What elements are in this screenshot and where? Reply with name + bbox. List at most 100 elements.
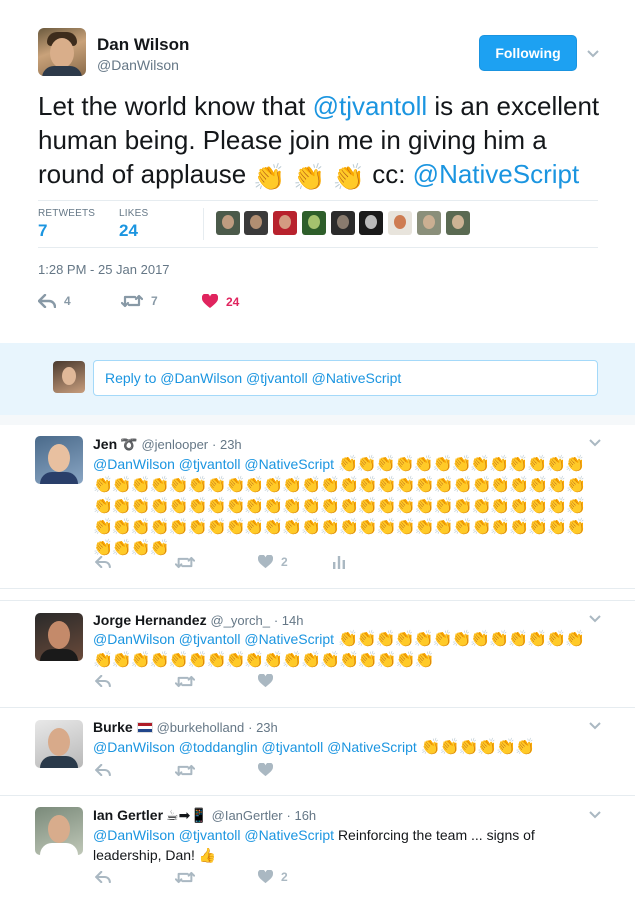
retweet-action[interactable] [175, 675, 195, 688]
liker-avatar[interactable] [359, 211, 383, 235]
author-handle[interactable]: @DanWilson [97, 57, 179, 73]
liker-avatar[interactable] [388, 211, 412, 235]
retweet-action[interactable] [175, 871, 195, 884]
retweet-icon [175, 675, 195, 687]
reply-author-avatar[interactable] [35, 613, 83, 661]
reply-header: Burke @burkeholland · 23h [93, 719, 278, 735]
reply-author-name[interactable]: Ian Gertler [93, 807, 163, 823]
reply-tweet[interactable]: Jorge Hernandez @_yorch_ · 14h @DanWilso… [0, 600, 635, 708]
like-action[interactable]: 2 [258, 555, 288, 569]
chevron-down-icon[interactable] [587, 434, 603, 450]
reply-icon [38, 294, 56, 308]
netherlands-flag-icon [136, 722, 153, 733]
heart-icon [258, 763, 273, 777]
chevron-down-icon[interactable] [587, 610, 603, 626]
likes-stat[interactable]: LIKES 24 [119, 208, 148, 241]
reply-time[interactable]: · 23h [212, 437, 242, 452]
retweet-icon [121, 294, 143, 308]
tweet-text: Let the world know that @tjvantoll is an… [38, 89, 603, 191]
chevron-down-icon[interactable] [585, 45, 601, 61]
tweet-timestamp[interactable]: 1:28 PM - 25 Jan 2017 [38, 262, 170, 277]
reply-author-name[interactable]: Jen [93, 436, 117, 452]
liker-avatar[interactable] [331, 211, 355, 235]
heart-icon [258, 674, 273, 688]
reply-mentions[interactable]: @DanWilson @tjvantoll @NativeScript [93, 456, 338, 472]
reply-icon [95, 556, 111, 568]
mention-link[interactable]: @tjvantoll [313, 91, 428, 121]
retweet-icon [175, 764, 195, 776]
divider [203, 208, 204, 240]
reply-text: @DanWilson @tjvantoll @NativeScript Rein… [93, 825, 543, 865]
reply-tweet[interactable]: Ian Gertler ☕➡📱 @IanGertler · 16h @DanWil… [0, 797, 635, 898]
tweet-text-part: cc: [372, 159, 413, 189]
like-action[interactable]: 24 [202, 294, 239, 309]
retweets-value: 7 [38, 221, 48, 240]
analytics-action[interactable] [333, 555, 345, 569]
reply-author-name[interactable]: Burke [93, 719, 133, 735]
reply-author-handle[interactable]: @jenlooper [141, 437, 208, 452]
reply-tweet[interactable]: Jen ➰ @jenlooper · 23h @DanWilson @tjvant… [0, 425, 635, 589]
heart-icon [258, 555, 273, 569]
like-action[interactable] [258, 763, 273, 777]
reply-author-name[interactable]: Jorge Hernandez [93, 612, 207, 628]
main-tweet: Dan Wilson @DanWilson Following Let the … [0, 0, 635, 343]
reply-input[interactable]: Reply to @DanWilson @tjvantoll @NativeSc… [93, 360, 598, 396]
liker-avatar[interactable] [244, 211, 268, 235]
author-avatar[interactable] [38, 28, 86, 76]
retweet-action[interactable] [175, 764, 195, 777]
like-action[interactable] [258, 674, 273, 688]
tweet-text-part: Let the world know that [38, 91, 313, 121]
reply-icon [95, 871, 111, 883]
clap-emoji: 👏 [253, 162, 286, 192]
liker-avatar[interactable] [273, 211, 297, 235]
reply-mentions[interactable]: @DanWilson @toddanglin @tjvantoll @Nativ… [93, 739, 421, 755]
mention-link[interactable]: @NativeScript [413, 159, 580, 189]
liker-avatar[interactable] [302, 211, 326, 235]
current-user-avatar [53, 361, 85, 393]
like-action[interactable]: 2 [258, 870, 288, 884]
like-count: 2 [281, 870, 288, 884]
retweets-label: RETWEETS [38, 208, 96, 219]
chevron-down-icon[interactable] [587, 806, 603, 822]
reply-text: @DanWilson @tjvantoll @NativeScript 👏👏👏👏… [93, 629, 593, 671]
chevron-down-icon[interactable] [587, 717, 603, 733]
reply-time[interactable]: · 14h [274, 613, 304, 628]
reply-author-avatar[interactable] [35, 807, 83, 855]
reply-time[interactable]: · 23h [248, 720, 278, 735]
liker-avatar[interactable] [446, 211, 470, 235]
reply-author-handle[interactable]: @burkeholland [157, 720, 245, 735]
reply-action[interactable] [95, 675, 111, 687]
likes-value: 24 [119, 221, 138, 240]
reply-header: Jorge Hernandez @_yorch_ · 14h [93, 612, 303, 628]
analytics-icon [333, 555, 345, 569]
reply-author-handle[interactable]: @_yorch_ [210, 613, 269, 628]
retweets-stat[interactable]: RETWEETS 7 [38, 208, 95, 241]
following-button[interactable]: Following [479, 35, 577, 71]
reply-action[interactable] [95, 556, 111, 568]
reply-action[interactable]: 4 [38, 294, 71, 308]
reply-tweet[interactable]: Burke @burkeholland · 23h @DanWilson @to… [0, 708, 635, 796]
likes-label: LIKES [119, 208, 149, 219]
liker-avatar[interactable] [417, 211, 441, 235]
reply-author-avatar[interactable] [35, 720, 83, 768]
like-count: 2 [281, 555, 288, 569]
reply-count: 4 [64, 294, 71, 308]
reply-author-handle[interactable]: @IanGertler [212, 808, 283, 823]
reply-text: @DanWilson @tjvantoll @NativeScript 👏👏👏👏… [93, 454, 593, 559]
divider [0, 415, 635, 425]
reply-author-avatar[interactable] [35, 436, 83, 484]
reply-action[interactable] [95, 764, 111, 776]
author-name[interactable]: Dan Wilson [97, 35, 189, 55]
heart-icon [258, 870, 273, 884]
reply-mentions[interactable]: @DanWilson @tjvantoll @NativeScript [93, 827, 338, 843]
reply-mentions[interactable]: @DanWilson @tjvantoll @NativeScript [93, 631, 338, 647]
clap-emojis: 👏👏👏👏👏👏 [420, 739, 536, 756]
reply-time[interactable]: · 16h [287, 808, 317, 823]
reply-action[interactable] [95, 871, 111, 883]
liker-avatar[interactable] [216, 211, 240, 235]
retweet-icon [175, 871, 195, 883]
reply-header: Jen ➰ @jenlooper · 23h [93, 436, 242, 453]
retweet-action[interactable] [175, 556, 195, 569]
heart-icon [202, 294, 218, 308]
retweet-action[interactable]: 7 [121, 294, 158, 308]
